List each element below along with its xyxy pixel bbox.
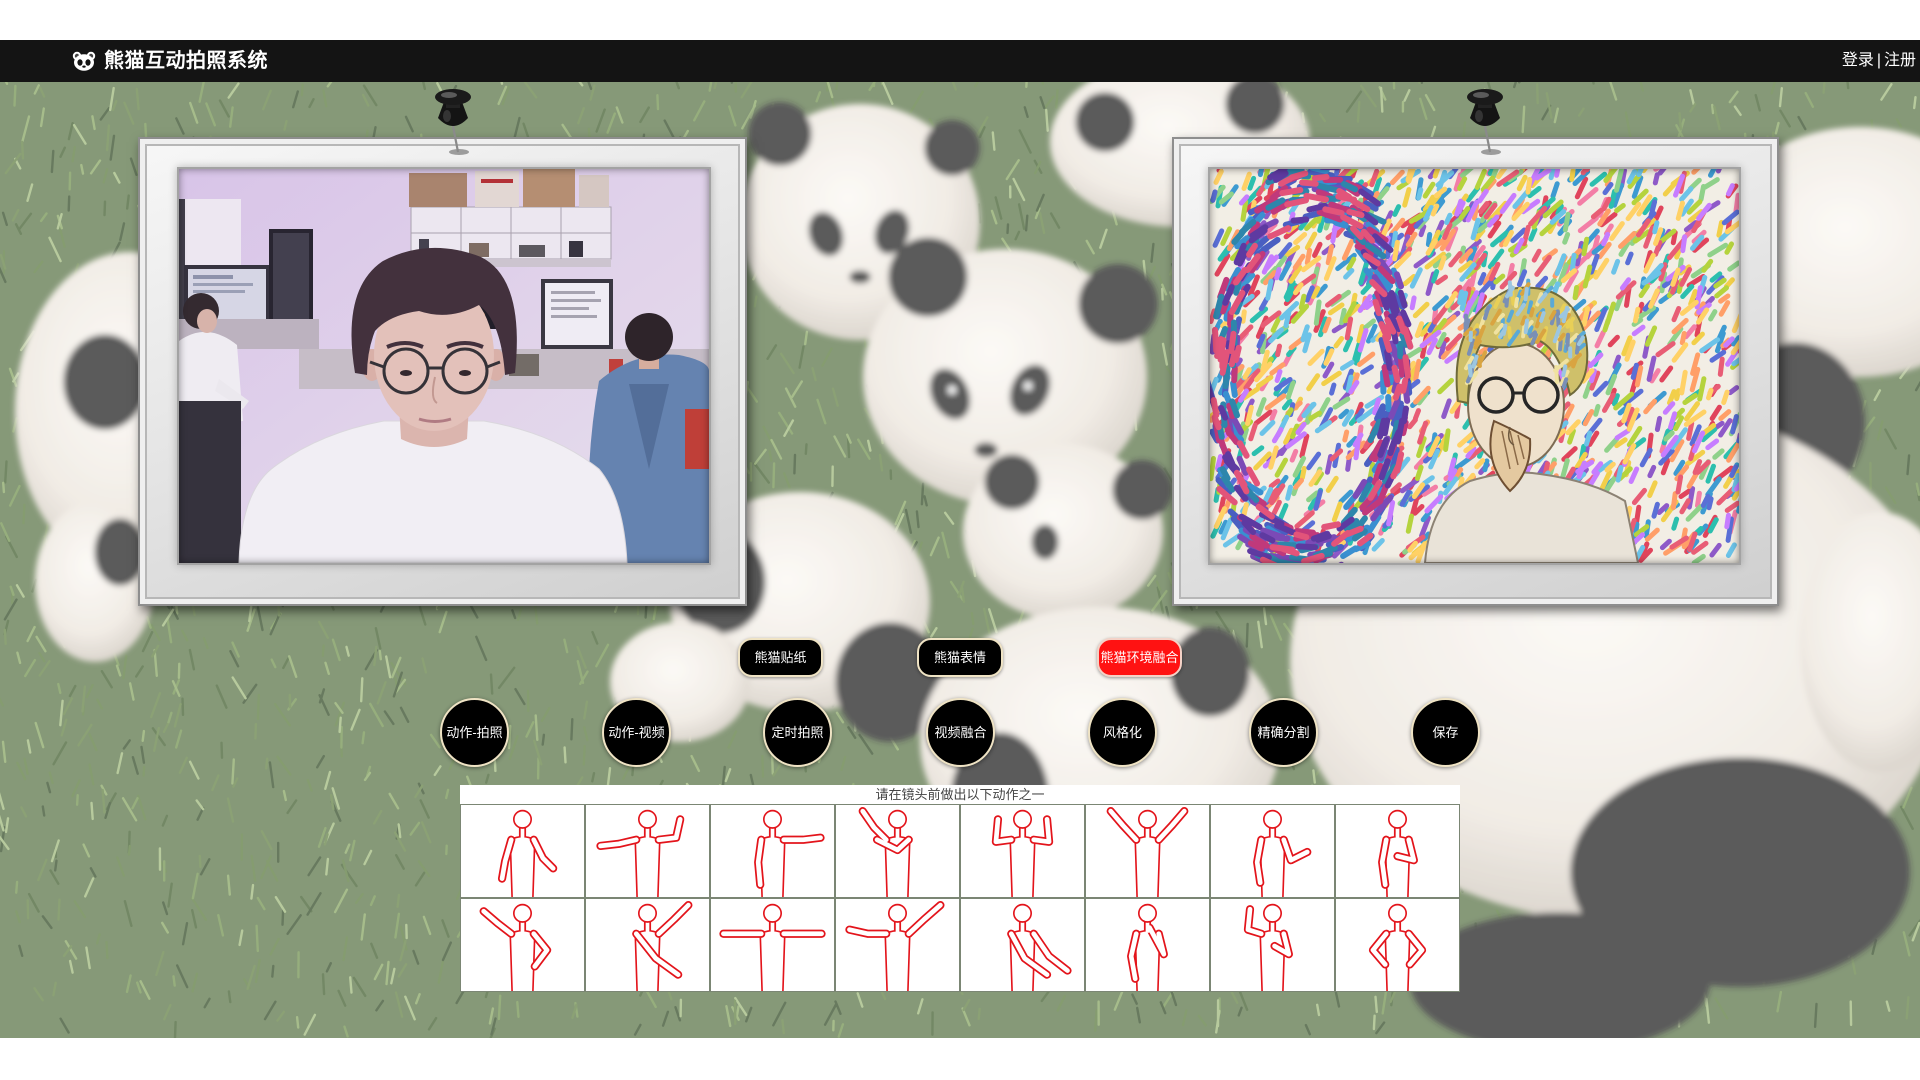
pose-cell — [461, 899, 584, 991]
pose-arm-raised-hip-icon — [479, 903, 552, 991]
register-link[interactable]: 注册 — [1884, 52, 1916, 69]
pose-cell — [1336, 805, 1459, 897]
camera-feed-image — [179, 169, 709, 563]
pose-one-arm-out-icon — [754, 809, 825, 897]
pushpin-icon — [435, 89, 471, 155]
precise-segmentation-button[interactable]: 精确分割 — [1249, 698, 1318, 767]
pose-cell — [961, 805, 1084, 897]
app-root: 熊猫互动拍照系统 登录 | 注册 熊猫贴纸 熊猫表情 熊猫环境融合 动作-拍照 … — [0, 0, 1920, 1080]
login-link[interactable]: 登录 — [1842, 52, 1874, 69]
pose-hands-on-hips-icon — [1368, 903, 1427, 991]
camera-frame — [138, 137, 747, 606]
pose-double-flex-icon — [991, 809, 1054, 897]
pose-cell — [711, 899, 834, 991]
pose-panel-title: 请在镜头前做出以下动作之一 — [460, 785, 1460, 804]
pose-cell — [586, 899, 709, 991]
pose-cell — [836, 805, 959, 897]
action-photo-button[interactable]: 动作-拍照 — [440, 698, 509, 767]
auth-separator: | — [1876, 52, 1881, 69]
pose-arms-forward-down-icon — [1007, 903, 1072, 991]
pose-arm-up-side-icon — [845, 901, 945, 991]
panda-expression-button[interactable]: 熊猫表情 — [917, 638, 1003, 677]
pose-cell — [1086, 805, 1209, 897]
pose-flex-and-chest-icon — [1243, 903, 1293, 991]
pose-arm-up-right-icon — [632, 901, 693, 991]
pose-cell — [1336, 899, 1459, 991]
pose-hand-on-chest-icon — [1378, 809, 1418, 897]
result-frame — [1172, 137, 1779, 606]
pose-cell — [1211, 805, 1334, 897]
video-fusion-button[interactable]: 视频融合 — [926, 698, 995, 767]
main-stage: 熊猫贴纸 熊猫表情 熊猫环境融合 动作-拍照 动作-视频 定时拍照 视频融合 风… — [0, 82, 1920, 1038]
pose-arms-up-v-icon — [1106, 807, 1189, 897]
stylize-button[interactable]: 风格化 — [1088, 698, 1157, 767]
pose-cell — [1086, 899, 1209, 991]
action-video-button[interactable]: 动作-视频 — [602, 698, 671, 767]
pose-grid — [460, 804, 1460, 992]
camera-feed-photo — [179, 169, 709, 563]
auth-links: 登录 | 注册 — [1842, 50, 1916, 72]
pose-arms-low-icon — [497, 809, 558, 897]
pose-hand-on-chin-icon — [1127, 903, 1168, 991]
pose-cell — [1211, 899, 1334, 991]
stylized-result-photo — [1210, 169, 1739, 563]
pose-instruction-panel: 请在镜头前做出以下动作之一 — [460, 785, 1460, 992]
panda-icon — [72, 51, 96, 71]
timer-photo-button[interactable]: 定时拍照 — [763, 698, 832, 767]
pushpin-icon — [1467, 89, 1503, 155]
app-title: 熊猫互动拍照系统 — [104, 50, 268, 72]
pose-palm-up-icon — [1253, 809, 1312, 897]
stylized-result-image — [1210, 169, 1739, 563]
save-button[interactable]: 保存 — [1411, 698, 1480, 767]
panda-environment-fusion-button[interactable]: 熊猫环境融合 — [1097, 638, 1182, 677]
top-navigation-bar: 熊猫互动拍照系统 登录 | 注册 — [0, 40, 1920, 82]
pose-arms-diagonal-icon — [858, 807, 913, 897]
pose-cell — [461, 805, 584, 897]
pose-cell — [961, 899, 1084, 991]
pose-arm-extended-icon — [596, 809, 685, 897]
pose-cell — [836, 899, 959, 991]
pose-t-pose-icon — [719, 903, 826, 991]
panda-sticker-button[interactable]: 熊猫贴纸 — [738, 638, 823, 677]
pose-cell — [586, 805, 709, 897]
pose-cell — [711, 805, 834, 897]
